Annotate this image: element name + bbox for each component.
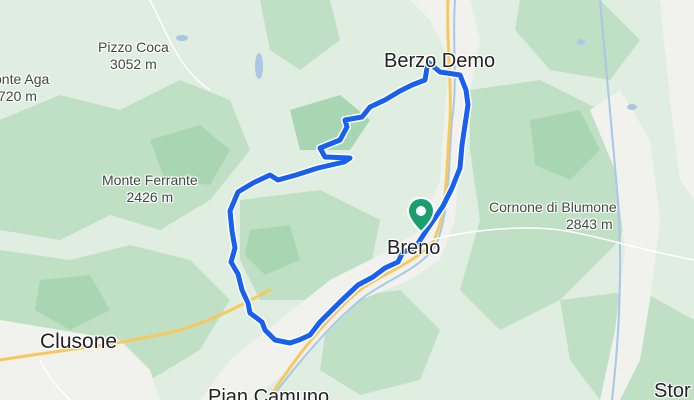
peak-elevation: 720 m (0, 88, 37, 104)
peak-label-monte-aga: onte Aga 720 m (0, 71, 49, 105)
town-label-breno[interactable]: Breno (387, 237, 440, 259)
peak-label-monte-ferrante: Monte Ferrante 2426 m (102, 172, 198, 206)
peak-label-pizzo-coca: Pizzo Coca 3052 m (98, 39, 169, 73)
peak-elevation: 2426 m (126, 189, 174, 205)
peak-name: Pizzo Coca (98, 39, 169, 55)
peak-elevation: 2843 m (565, 216, 613, 232)
peak-name: onte Aga (0, 71, 50, 87)
peak-elevation: 3052 m (110, 56, 157, 72)
town-label-stor[interactable]: Stor (654, 380, 691, 400)
town-label-clusone[interactable]: Clusone (40, 331, 117, 353)
map-canvas[interactable]: Pizzo Coca 3052 m onte Aga 720 m Monte F… (0, 0, 694, 400)
peak-label-cornone-di-blumone: Cornone di Blumone 2843 m (489, 199, 617, 233)
town-label-berzo-demo[interactable]: Berzo Demo (384, 50, 495, 72)
peak-name: Cornone di Blumone (489, 199, 617, 215)
town-label-pian-camuno[interactable]: Pian Camuno (208, 386, 329, 400)
peak-name: Monte Ferrante (102, 172, 198, 188)
